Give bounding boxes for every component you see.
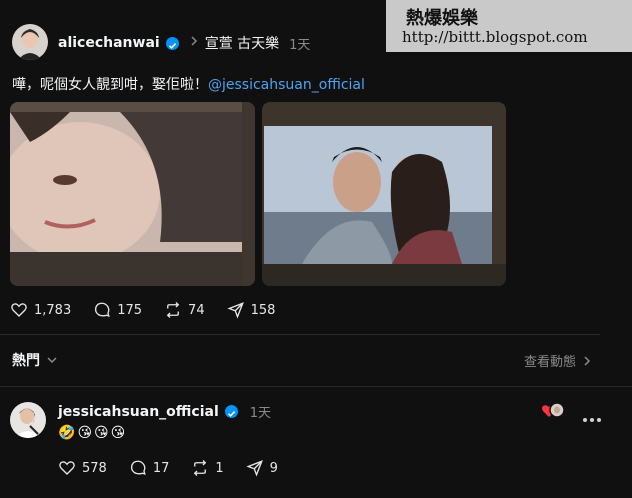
- divider: [0, 386, 632, 387]
- reply-like-button[interactable]: 578: [58, 459, 107, 477]
- chevron-down-icon: [47, 357, 57, 364]
- reply-time: 1天: [249, 406, 272, 421]
- like-button[interactable]: 1,783: [10, 301, 71, 319]
- comment-icon: [130, 460, 146, 476]
- more-icon: [583, 418, 601, 422]
- more-options-button[interactable]: [582, 408, 602, 422]
- repost-button[interactable]: 74: [164, 301, 205, 319]
- author-liked-badge: [541, 402, 565, 420]
- share-count: 158: [250, 302, 276, 318]
- verified-icon: [224, 405, 238, 418]
- post-text-body: 嘩，呢個女人靚到咁，娶佢啦！: [12, 77, 208, 93]
- watermark-url: http://bittt.blogspot.com: [402, 28, 588, 46]
- mention-link[interactable]: @jessicahsuan_official: [208, 77, 365, 93]
- reply-share-count: 9: [269, 460, 278, 476]
- reply-comment-button[interactable]: 17: [129, 459, 170, 477]
- emoji: 😘: [77, 425, 93, 441]
- topic-tag[interactable]: 宣萱 古天樂: [205, 33, 279, 53]
- author-username[interactable]: alicechanwai: [58, 35, 160, 51]
- comment-count: 175: [117, 302, 143, 318]
- reply-avatar[interactable]: [10, 402, 46, 438]
- view-activity-label: 查看動態: [524, 355, 577, 370]
- comment-button[interactable]: 175: [93, 301, 142, 319]
- view-activity-link[interactable]: 查看動態: [524, 351, 592, 370]
- post-text: 嘩，呢個女人靚到咁，娶佢啦！@jessicahsuan_official: [12, 74, 365, 94]
- sort-label: 熱門: [12, 353, 40, 369]
- watermark-title: 熱爆娛樂: [406, 8, 478, 29]
- watermark: 熱爆娛樂 http://bittt.blogspot.com: [386, 0, 632, 52]
- share-button[interactable]: 158: [226, 301, 276, 319]
- reply-repost-button[interactable]: 1: [191, 459, 224, 477]
- divider: [0, 334, 600, 335]
- comment-icon: [95, 302, 110, 318]
- reply-repost-count: 1: [215, 460, 224, 476]
- like-count: 1,783: [34, 302, 72, 318]
- post-image-1[interactable]: [10, 102, 255, 286]
- emoji: 🤣: [58, 425, 76, 441]
- repost-icon: [194, 460, 207, 476]
- reply-username[interactable]: jessicahsuan_official: [58, 404, 219, 420]
- heart-icon: [59, 461, 75, 475]
- heart-icon: [11, 303, 27, 317]
- post-image-2[interactable]: [262, 102, 506, 286]
- emoji: 😘: [110, 425, 126, 441]
- reply-emojis: 🤣 😘 😘 😘: [58, 425, 125, 441]
- chevron-right-icon: [584, 355, 591, 366]
- reply-share-button[interactable]: 9: [246, 459, 278, 477]
- reply-comment-count: 17: [152, 460, 170, 476]
- chevron-right-icon: [189, 35, 199, 51]
- post-time: 1天: [289, 37, 311, 53]
- repost-icon: [166, 302, 180, 318]
- repost-count: 74: [188, 302, 205, 318]
- share-icon: [226, 302, 244, 319]
- verified-icon: [165, 36, 179, 50]
- emoji: 😘: [94, 425, 109, 441]
- share-icon: [246, 460, 263, 477]
- sort-dropdown[interactable]: 熱門: [12, 350, 58, 370]
- author-avatar[interactable]: [12, 24, 48, 60]
- reply-like-count: 578: [82, 460, 107, 476]
